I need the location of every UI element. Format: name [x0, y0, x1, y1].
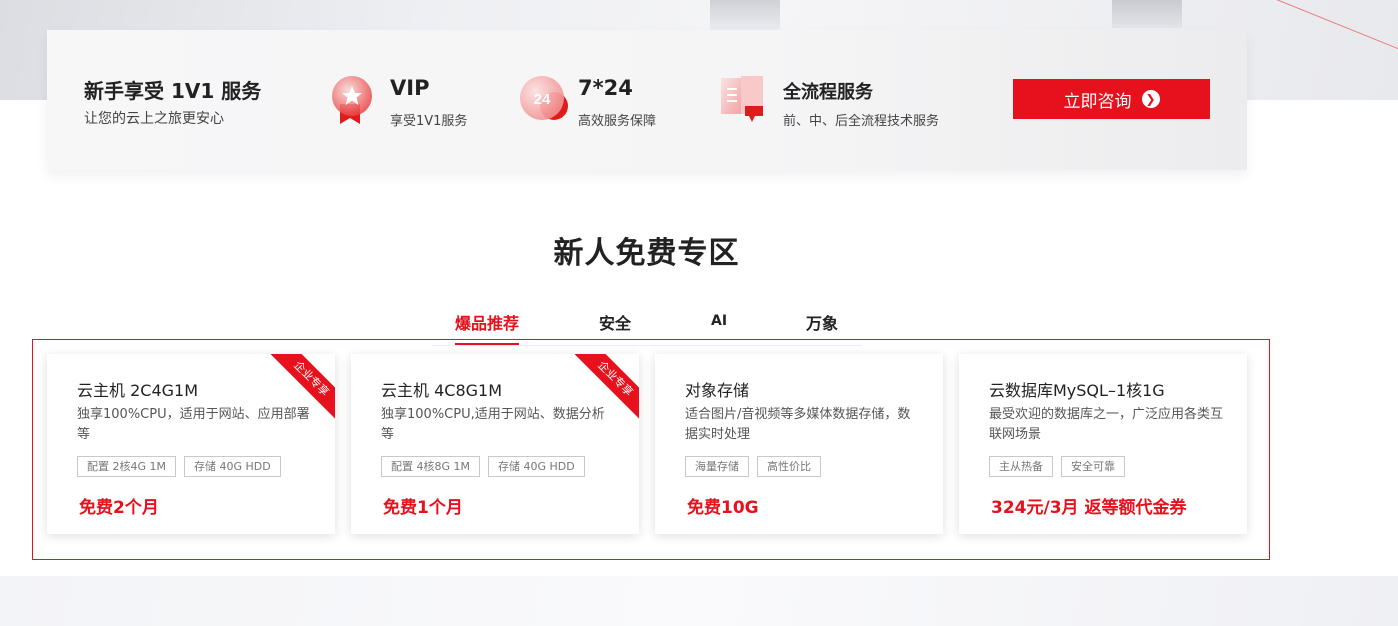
svg-text:24: 24	[534, 91, 551, 108]
decor-block	[1112, 0, 1182, 28]
decor-block	[710, 0, 780, 32]
product-card[interactable]: 企业专享 云主机 4C8G1M 独享100%CPU,适用于网站、数据分析等 配置…	[351, 354, 639, 534]
service-banner: 新手享受 1V1 服务 让您的云上之旅更安心 VIP 享受1V1服务 24 7*…	[47, 30, 1247, 170]
card-title: 云数据库MySQL–1核1G	[989, 381, 1165, 400]
card-tag: 高性价比	[757, 456, 821, 477]
intro-subtitle: 让您的云上之旅更安心	[84, 111, 224, 127]
card-title: 云主机 2C4G1M	[77, 381, 199, 400]
card-tags: 配置 4核8G 1M 存储 40G HDD	[381, 456, 585, 477]
clock-24-icon: 24	[520, 76, 568, 120]
card-price: 免费2个月	[79, 498, 159, 518]
card-tag: 存储 40G HDD	[488, 456, 585, 477]
product-card[interactable]: 对象存储 适合图片/音视频等多媒体数据存储，数据实时处理 海量存储 高性价比 免…	[655, 354, 943, 534]
card-tag: 配置 4核8G 1M	[381, 456, 481, 477]
vip-badge-icon	[332, 76, 372, 124]
intro-title: 新手享受 1V1 服务	[84, 79, 262, 103]
feature-title: 全流程服务	[783, 82, 873, 103]
card-price: 免费1个月	[383, 498, 463, 518]
card-tag: 配置 2核4G 1M	[77, 456, 177, 477]
card-tag: 主从热备	[989, 456, 1053, 477]
product-card[interactable]: 企业专享 云主机 2C4G1M 独享100%CPU，适用于网站、应用部署等 配置…	[47, 354, 335, 534]
document-service-icon	[721, 76, 763, 122]
card-tag: 存储 40G HDD	[184, 456, 281, 477]
product-card[interactable]: 云数据库MySQL–1核1G 最受欢迎的数据库之一，广泛应用各类互联网场景 主从…	[959, 354, 1247, 534]
card-title: 云主机 4C8G1M	[381, 381, 503, 400]
feature-desc: 享受1V1服务	[390, 114, 468, 129]
footer-background	[0, 576, 1398, 626]
card-price: 免费10G	[687, 498, 759, 518]
feature-title: 7*24	[578, 76, 633, 100]
feature-desc: 前、中、后全流程技术服务	[783, 114, 940, 129]
consult-button-label: 立即咨询	[1063, 91, 1132, 112]
consult-button[interactable]: 立即咨询 ❯	[1013, 79, 1210, 119]
section-title: 新人免费专区	[553, 236, 740, 271]
card-desc: 适合图片/音视频等多媒体数据存储，数据实时处理	[685, 407, 911, 442]
card-tags: 配置 2核4G 1M 存储 40G HDD	[77, 456, 281, 477]
card-tags: 主从热备 安全可靠	[989, 456, 1125, 477]
card-title: 对象存储	[685, 381, 750, 400]
arrow-right-circle-icon: ❯	[1141, 90, 1160, 108]
card-tag: 海量存储	[685, 456, 749, 477]
card-price: 324元/3月 返等额代金券	[991, 498, 1187, 518]
card-tags: 海量存储 高性价比	[685, 456, 821, 477]
card-desc: 独享100%CPU,适用于网站、数据分析等	[381, 407, 605, 442]
feature-title: VIP	[390, 76, 430, 100]
card-desc: 独享100%CPU，适用于网站、应用部署等	[77, 407, 310, 442]
feature-desc: 高效服务保障	[578, 114, 657, 129]
card-tag: 安全可靠	[1061, 456, 1125, 477]
card-desc: 最受欢迎的数据库之一，广泛应用各类互联网场景	[989, 407, 1224, 442]
